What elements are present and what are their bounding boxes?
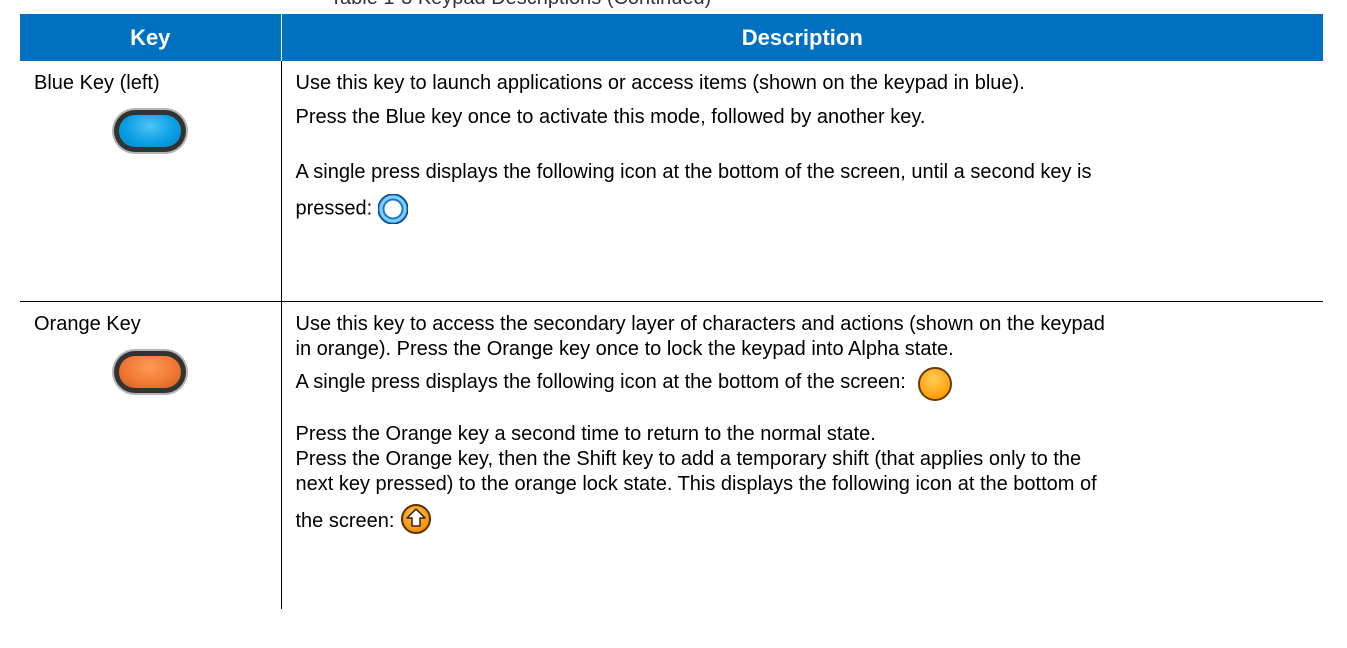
blue-key-icon xyxy=(114,110,186,152)
table-header-row: Key Description xyxy=(20,14,1323,61)
description-line: Press the Orange key a second time to re… xyxy=(295,423,876,445)
description-line: in orange). Press the Orange key once to… xyxy=(295,338,954,360)
description-line: Use this key to launch applications or a… xyxy=(295,72,1025,94)
header-description: Description xyxy=(281,14,1323,61)
table-row: Blue Key (left) Use this key to launch a… xyxy=(20,61,1323,302)
clipped-previous-text: Table 1-3 Keypad Descriptions (Continued… xyxy=(330,0,750,8)
orange-lock-icon xyxy=(917,366,953,402)
description-line: A single press displays the following ic… xyxy=(295,161,1092,183)
orange-key-icon xyxy=(114,351,186,393)
blue-ring-icon xyxy=(377,194,408,224)
description-line: Use this key to access the secondary lay… xyxy=(295,313,1105,335)
description-cell: Use this key to launch applications or a… xyxy=(281,61,1323,302)
header-key: Key xyxy=(20,14,282,61)
description-line: Press the Orange key, then the Shift key… xyxy=(295,448,1082,470)
description-line-with-icon: A single press displays the following ic… xyxy=(296,366,1314,402)
key-cell: Blue Key (left) xyxy=(20,61,282,302)
key-label: Blue Key (left) xyxy=(34,72,160,94)
key-cell: Orange Key xyxy=(20,301,282,609)
description-line: Press the Blue key once to activate this… xyxy=(295,106,926,128)
description-line: next key pressed) to the orange lock sta… xyxy=(295,473,1097,495)
description-cell: Use this key to access the secondary lay… xyxy=(281,302,1323,610)
description-line-with-icon: the screen: xyxy=(296,503,1314,535)
keypad-descriptions-table: Key Description Blue Key (left) Use this… xyxy=(20,14,1323,609)
table-row: Orange Key Use this key to access the se… xyxy=(20,301,1323,610)
key-label: Orange Key xyxy=(34,313,141,335)
orange-shift-icon xyxy=(400,503,432,535)
description-line-with-icon: pressed: xyxy=(296,194,1314,224)
